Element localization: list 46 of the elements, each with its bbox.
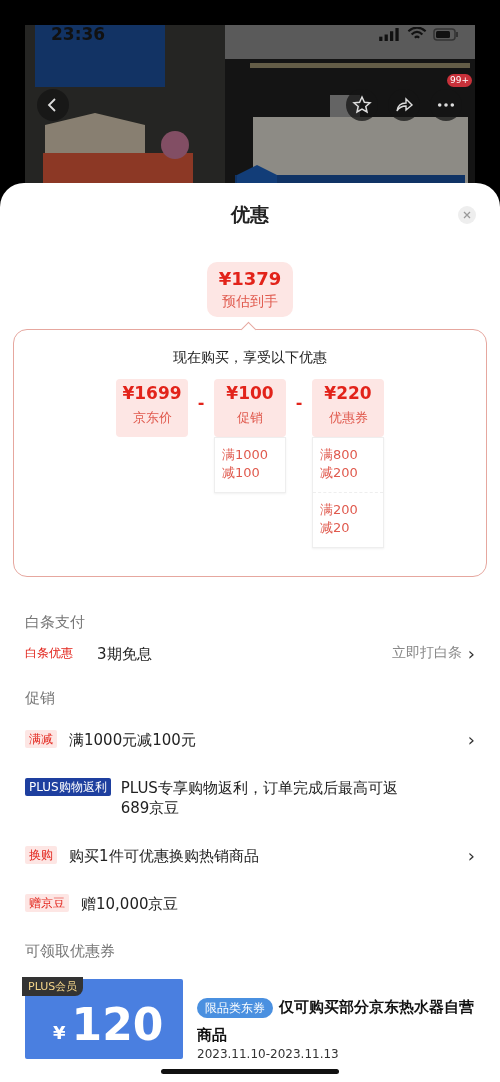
close-button[interactable] [458,206,476,224]
signal-icon [379,27,401,41]
promo-tag: 满减 [25,730,57,748]
price-amount: ¥100 [225,383,275,403]
chevron-icon[interactable]: › [467,846,475,866]
price-label: 京东价 [131,409,173,427]
promo-tag: 白条优惠 [25,644,77,662]
star-icon [352,95,372,115]
estimated-price: ¥1379 [217,268,283,289]
price-label: 促销 [236,409,264,427]
currency-sign: ¥ [53,1022,66,1043]
promo-text: PLUS专享购物返利，订单完成后最高可返689京豆 [120,778,399,818]
promo-tag: 赠京豆 [25,894,69,912]
promo-text: 满1000元减100元 [69,730,197,750]
promo-text: 3期免息 [97,644,153,664]
breakdown-heading: 现在购买，享受以下优惠 [172,349,328,367]
more-icon [437,102,455,108]
promo-text: 购买1件可优惠换购热销商品 [69,846,260,866]
coupon-tag: 限品类东券 [197,998,273,1018]
minus-sign: - [294,393,304,414]
price-label: 优惠券 [327,409,369,427]
coupon-description: 限品类东券 仅可购买部分京东热水器自营商品 [197,997,475,1046]
discount-rule: 满200 减20 [313,492,383,547]
action-link[interactable]: 立即打白条 [391,644,462,662]
promo-text: 赠10,000京豆 [81,894,180,914]
minus-sign: - [196,393,206,414]
validity-dates: 2023.11.10-2023.11.13 [197,1047,340,1061]
chevron-icon[interactable]: › [467,730,475,750]
discount-rule: 满800 减200 [319,446,359,482]
sheet-title: 优惠 [231,202,269,227]
section-title: 促销 [25,689,56,708]
promo-tag: PLUS购物返利 [25,778,111,796]
section-title: 白条支付 [25,613,86,632]
close-icon [462,210,472,220]
price-amount: ¥1699 [121,383,183,403]
chevron-icon[interactable]: › [467,644,475,664]
section-title: 可领取优惠券 [25,942,116,961]
estimate-label: 预估到手 [221,293,279,311]
promo-tag: 换购 [25,846,57,864]
member-badge: PLUS会员 [22,977,84,996]
coupon-amount: 120 [71,1001,164,1049]
price-amount: ¥220 [323,383,373,403]
discount-rule: 满1000 减100 [221,446,270,482]
clock-time: 23:36 [51,25,107,44]
wifi-icon [407,27,427,41]
battery-icon [433,27,459,41]
